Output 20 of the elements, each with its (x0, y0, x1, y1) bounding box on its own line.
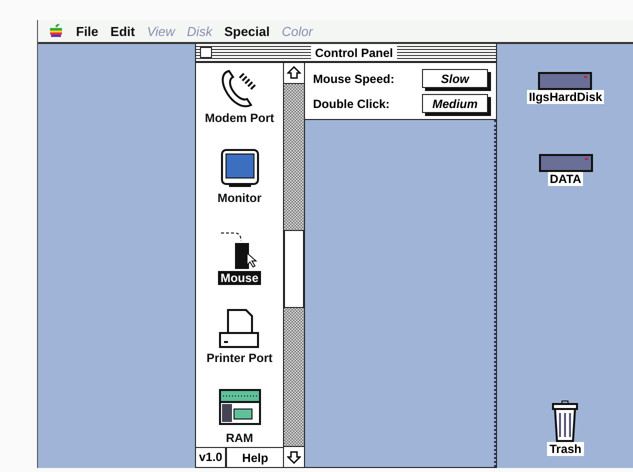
menu-item[interactable]: Edit (110, 24, 135, 38)
popup-menu[interactable]: Medium (422, 94, 488, 113)
control-panel-item[interactable]: Monitor (216, 147, 264, 205)
menu-item[interactable]: File (76, 24, 98, 38)
popup-menu[interactable]: Slow (422, 69, 488, 88)
window-title: Control Panel (311, 46, 398, 60)
scroll-down-button[interactable] (284, 447, 304, 467)
scroll-up-button[interactable] (284, 63, 304, 83)
apple-icon[interactable] (48, 24, 64, 38)
control-panel-item[interactable]: RAM (216, 387, 262, 445)
setting-label: Double Click: (313, 96, 390, 110)
control-panel-item[interactable]: Printer Port (204, 307, 274, 365)
control-panel-item[interactable]: Modem Port (202, 67, 276, 125)
setting-label: Mouse Speed: (313, 72, 394, 86)
close-box[interactable] (200, 47, 212, 58)
scroll-thumb[interactable] (284, 230, 304, 308)
trash-can-icon (551, 400, 580, 442)
scroll-bar[interactable] (284, 63, 305, 467)
control-panel-item[interactable]: Mouse (216, 227, 262, 285)
menu-item[interactable]: Special (224, 24, 270, 38)
